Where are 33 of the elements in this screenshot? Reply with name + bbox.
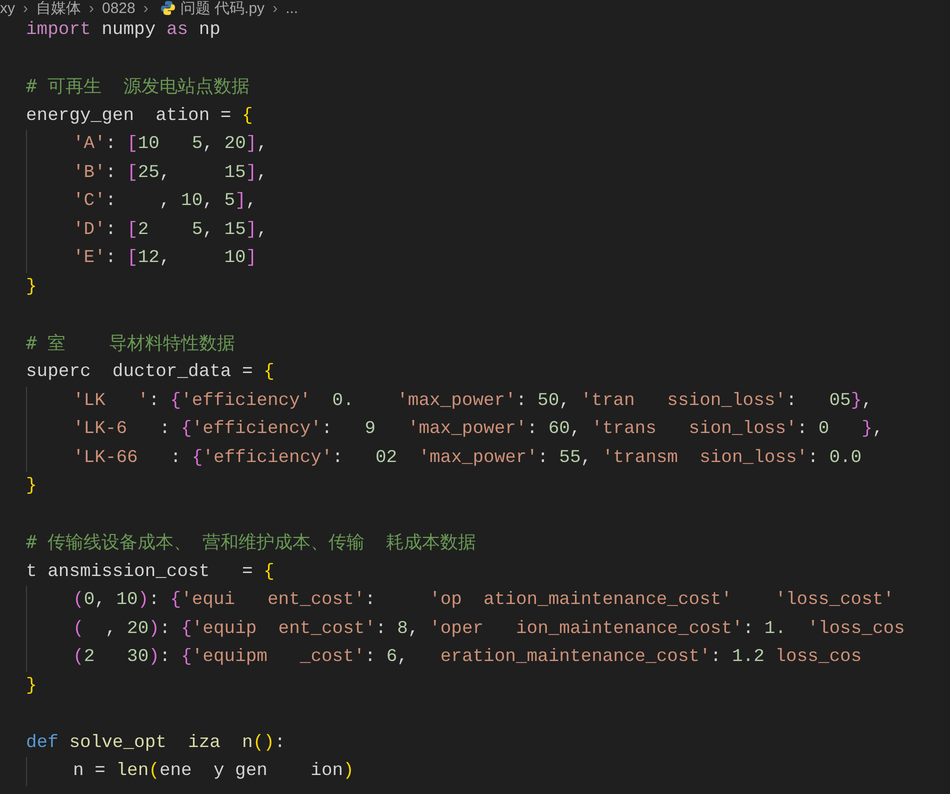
code-line: # 传输线设备成本、 营和维护成本、传输 耗成本数据	[26, 534, 476, 554]
breadcrumb-separator: ›	[89, 0, 94, 16]
breadcrumb-item[interactable]: 自媒体	[36, 0, 81, 16]
code-line: 'D': [2 5, 15],	[73, 220, 268, 240]
code-line: 'LK ': {'efficiency' 0. 'max_power': 50, 'tran ssion_loss': 05},	[73, 390, 872, 410]
breadcrumb-separator: ›	[143, 0, 148, 16]
breadcrumb-separator: ›	[23, 0, 28, 16]
code-line: 'LK-6 : {'efficiency': 9 'max_power': 60, 'trans sion_loss': 0 },	[73, 419, 884, 439]
code-line: # 可再生 源发电站点数据	[26, 78, 250, 98]
code-line: 'B': [25, 15],	[73, 162, 268, 182]
code-line: ( , 20): {'equip ent_cost': 8, 'oper ion_maintenance_cost': 1. 'loss_cos	[73, 618, 905, 638]
code-line: (2 30): {'equipm _cost': 6, eration_maintenance_cost': 1.2 loss_cos	[73, 647, 862, 667]
code-line: import numpy as np	[26, 20, 220, 40]
code-line: t ansmission_cost = {	[26, 562, 274, 582]
code-line: 'E': [12, 10]	[73, 248, 257, 268]
code-line: 'C': , 10, 5],	[73, 191, 257, 211]
file-type-icon	[160, 0, 176, 16]
code-line: # 室 导材料特性数据	[26, 334, 236, 354]
code-line: }	[26, 476, 37, 496]
code-line: }	[26, 276, 37, 296]
code-line: (0, 10): {'equi ent_cost': 'op ation_maintenance_cost' 'loss_cost'	[73, 590, 894, 610]
code-line: n = len(ene y gen ion)	[73, 761, 354, 781]
breadcrumb-item[interactable]: xy	[0, 0, 15, 16]
code-line: def solve_opt iza n():	[26, 732, 286, 752]
code-line: }	[26, 676, 37, 696]
code-line: energy_gen ation = {	[26, 106, 253, 126]
code-line: 'LK-66 : {'efficiency': 02 'max_power': 55, 'transm sion_loss': 0.0	[73, 448, 862, 468]
breadcrumb-item[interactable]: ...	[286, 0, 298, 16]
code-line: 'A': [10 5, 20],	[73, 134, 268, 154]
breadcrumb-item[interactable]: 0828	[102, 0, 136, 16]
breadcrumb-item[interactable]: 问题 代码.py	[180, 0, 265, 16]
breadcrumb-separator: ›	[272, 0, 278, 16]
code-line: superc ductor_data = {	[26, 362, 274, 382]
